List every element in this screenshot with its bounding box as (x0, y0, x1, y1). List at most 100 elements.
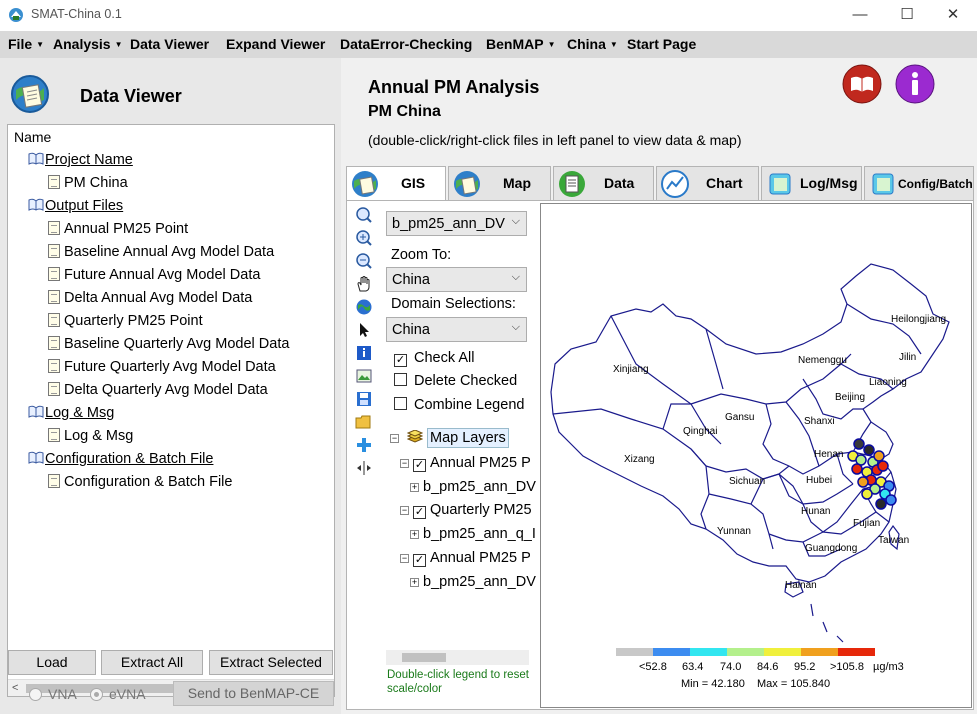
tree-group-configuration[interactable]: Configuration & Batch File (28, 451, 213, 467)
legend-swatch[interactable] (653, 648, 690, 656)
map-label: Henan (814, 449, 843, 460)
load-button[interactable]: Load (8, 650, 96, 675)
split-resize-icon[interactable] (355, 459, 373, 477)
scroll-left-icon[interactable]: < (12, 680, 18, 696)
info-icon[interactable] (895, 64, 935, 104)
tree-item-delta-quarterly[interactable]: Delta Quarterly Avg Model Data (48, 382, 268, 398)
globe-icon[interactable] (355, 298, 373, 316)
evna-radio[interactable]: eVNA (90, 686, 146, 702)
tab-config-batch[interactable]: Config/Batch (864, 166, 974, 200)
collapse-icon[interactable]: − (400, 506, 409, 515)
zoom-to-dropdown[interactable]: China ⌵ (386, 267, 527, 292)
extract-all-button[interactable]: Extract All (101, 650, 203, 675)
tree-group-project-name[interactable]: Project Name (28, 152, 133, 168)
send-to-benmap-button[interactable]: Send to BenMAP-CE (173, 681, 334, 706)
legend-swatch[interactable] (690, 648, 727, 656)
menu-expand-viewer[interactable]: Expand Viewer (226, 36, 325, 52)
minimize-button[interactable]: — (837, 0, 883, 31)
zoom-out-icon[interactable] (355, 252, 373, 270)
map-view[interactable]: Heilongjiang Jilin Liaoning Nemenggu Xin… (540, 203, 972, 708)
collapse-icon[interactable]: − (400, 459, 409, 468)
tree-item-future-quarterly[interactable]: Future Quarterly Avg Model Data (48, 359, 276, 375)
extract-selected-button[interactable]: Extract Selected (209, 650, 333, 675)
collapse-icon[interactable]: − (390, 434, 399, 443)
tree-item-baseline-quarterly[interactable]: Baseline Quarterly Avg Model Data (48, 336, 289, 352)
map-layers-node[interactable]: − Map Layers (390, 428, 509, 448)
checkbox-checked-icon[interactable]: ✓ (413, 459, 426, 472)
zoom-in-icon[interactable] (355, 229, 373, 247)
checkbox-empty-icon (394, 397, 407, 410)
identify-info-icon[interactable] (355, 344, 373, 362)
vna-radio[interactable]: VNA (29, 686, 77, 702)
checkbox-checked-icon[interactable]: ✓ (413, 554, 426, 567)
tree-item-log-msg[interactable]: Log & Msg (48, 428, 133, 444)
legend-label: >105.8 (830, 661, 864, 673)
tab-chart[interactable]: Chart (656, 166, 759, 200)
map-label: Xizang (624, 454, 655, 465)
layer-annual-pm25-point-1[interactable]: − ✓ Annual PM25 P (400, 455, 531, 472)
save-icon[interactable] (355, 390, 373, 408)
tab-data[interactable]: Data (553, 166, 654, 200)
layer-select-dropdown[interactable]: b_pm25_ann_DV ⌵ (386, 211, 527, 236)
legend-swatch[interactable] (616, 648, 653, 656)
legend-swatch[interactable] (838, 648, 875, 656)
radio-circle-selected (90, 688, 103, 701)
menu-data-error-checking[interactable]: DataError-Checking (340, 36, 472, 52)
legend-swatch[interactable] (727, 648, 764, 656)
tab-gis[interactable]: GIS (346, 166, 446, 202)
tree-item-baseline-annual[interactable]: Baseline Annual Avg Model Data (48, 244, 274, 260)
scrollbar-thumb[interactable] (402, 653, 446, 662)
tree-item-future-annual[interactable]: Future Annual Avg Model Data (48, 267, 260, 283)
tree-group-log-msg[interactable]: Log & Msg (28, 405, 114, 421)
legend-swatch[interactable] (764, 648, 801, 656)
help-book-icon[interactable] (842, 64, 882, 104)
tree-item-annual-pm25-point[interactable]: Annual PM25 Point (48, 221, 188, 237)
pointer-icon[interactable] (355, 321, 373, 339)
combine-legend-checkbox[interactable]: Combine Legend (394, 397, 524, 413)
zoom-extent-icon[interactable] (355, 206, 373, 224)
menu-start-page[interactable]: Start Page (627, 36, 696, 52)
menu-china[interactable]: China ▼ (567, 36, 618, 52)
menu-data-viewer[interactable]: Data Viewer (130, 36, 209, 52)
chevron-down-icon: ▼ (114, 40, 123, 49)
collapse-icon[interactable]: − (400, 554, 409, 563)
layer-annual-pm25-point-2[interactable]: − ✓ Annual PM25 P (400, 550, 531, 567)
file-tree[interactable]: Name Project Name PM China Output Files … (7, 124, 335, 697)
add-icon[interactable] (355, 436, 373, 454)
delete-checked-checkbox[interactable]: Delete Checked (394, 373, 517, 389)
layer-horizontal-scrollbar[interactable] (386, 650, 529, 665)
tab-map[interactable]: Map (448, 166, 551, 200)
line-chart-icon (661, 170, 689, 198)
layer-child-1[interactable]: + b_pm25_ann_DV (410, 479, 536, 495)
layer-panel: b_pm25_ann_DV ⌵ Zoom To: China ⌵ Domain Se… (382, 201, 536, 709)
legend-swatch[interactable] (801, 648, 838, 656)
expand-icon[interactable]: + (410, 483, 419, 492)
data-viewer-panel: Data Viewer Name Project Name PM China O… (0, 58, 341, 714)
checkbox-checked-icon[interactable]: ✓ (413, 506, 426, 519)
menu-file[interactable]: File ▼ (8, 36, 44, 52)
tree-item-delta-annual[interactable]: Delta Annual Avg Model Data (48, 290, 252, 306)
pan-hand-icon[interactable] (355, 275, 373, 293)
open-folder-icon[interactable] (355, 413, 373, 431)
file-icon (48, 221, 60, 235)
layer-quarterly-pm25[interactable]: − ✓ Quarterly PM25 (400, 502, 532, 519)
expand-icon[interactable]: + (410, 578, 419, 587)
tree-item-quarterly-pm25-point[interactable]: Quarterly PM25 Point (48, 313, 203, 329)
layer-child-3[interactable]: + b_pm25_ann_DV (410, 574, 536, 590)
menu-analysis[interactable]: Analysis ▼ (53, 36, 123, 52)
layer-child-2[interactable]: + b_pm25_ann_q_I (410, 526, 536, 542)
tree-item-configuration[interactable]: Configuration & Batch File (48, 474, 232, 490)
tree-group-output-files[interactable]: Output Files (28, 198, 123, 214)
check-all-checkbox[interactable]: ✓ Check All (394, 350, 474, 367)
tab-log-msg[interactable]: Log/Msg (761, 166, 862, 200)
close-button[interactable]: ✕ (930, 0, 976, 31)
tree-item-pm-china[interactable]: PM China (48, 175, 128, 191)
menu-benmap[interactable]: BenMAP ▼ (486, 36, 555, 52)
map-label: Sichuan (729, 476, 765, 487)
domain-selections-dropdown[interactable]: China ⌵ (386, 317, 527, 342)
map-label: Yunnan (717, 526, 751, 537)
expand-icon[interactable]: + (410, 530, 419, 539)
china-map[interactable]: Heilongjiang Jilin Liaoning Nemenggu Xin… (541, 204, 972, 708)
maximize-button[interactable]: ☐ (884, 0, 930, 31)
layer-image-icon[interactable] (355, 367, 373, 385)
